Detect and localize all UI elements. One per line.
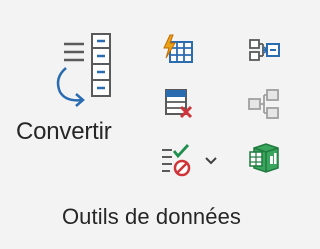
chevron-down-icon <box>205 157 217 165</box>
consolidate-icon <box>249 39 280 61</box>
data-tools-ribbon-group: Convertir Outils de données <box>0 0 303 249</box>
consolidate-button[interactable] <box>246 32 282 68</box>
text-to-columns-icon <box>56 33 111 107</box>
data-validation-dropdown-arrow[interactable] <box>203 153 219 169</box>
manage-data-model-button[interactable] <box>246 140 282 176</box>
manage-data-model-icon <box>249 143 279 173</box>
relationships-button[interactable] <box>246 86 282 122</box>
remove-duplicates-button[interactable] <box>160 86 196 122</box>
group-label: Outils de données <box>61 204 242 229</box>
flash-fill-button[interactable] <box>160 32 196 68</box>
convert-button[interactable]: Convertir <box>16 26 156 162</box>
data-validation-icon <box>162 144 191 177</box>
flash-fill-icon <box>163 34 193 63</box>
convert-button-label: Convertir <box>16 118 112 145</box>
relationships-icon <box>248 89 279 119</box>
data-validation-button[interactable] <box>158 142 194 178</box>
remove-duplicates-icon <box>165 89 193 119</box>
